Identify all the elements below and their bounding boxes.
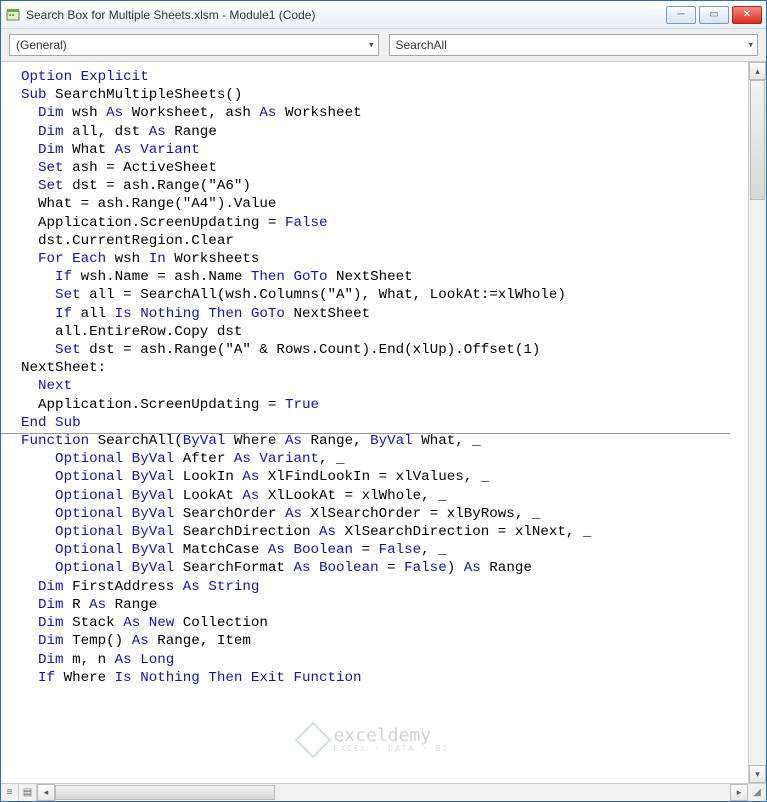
watermark-logo-icon (294, 722, 331, 759)
resize-grip-icon[interactable]: ◢ (748, 784, 766, 801)
module-icon (5, 7, 21, 23)
chevron-down-icon: ▾ (369, 40, 374, 51)
window-title: Search Box for Multiple Sheets.xlsm - Mo… (26, 8, 666, 22)
procedure-view-button[interactable]: ≡ (1, 784, 19, 801)
vertical-scrollbar[interactable]: ▴ ▾ (748, 62, 766, 783)
procedure-dropdown[interactable]: SearchAll ▾ (389, 34, 759, 56)
code-area: Option Explicit Sub SearchMultipleSheets… (1, 62, 766, 783)
full-module-view-button[interactable]: ▤ (19, 784, 37, 801)
bottom-bar: ≡ ▤ ◂ ▸ ◢ (1, 783, 766, 801)
horizontal-scrollbar[interactable]: ◂ ▸ (37, 784, 748, 801)
titlebar[interactable]: Search Box for Multiple Sheets.xlsm - Mo… (1, 1, 766, 29)
maximize-button[interactable]: ▭ (699, 6, 729, 24)
minimize-button[interactable]: ─ (666, 6, 696, 24)
scroll-thumb-h[interactable] (55, 785, 275, 800)
code-editor[interactable]: Option Explicit Sub SearchMultipleSheets… (1, 62, 748, 783)
object-dropdown-value: (General) (16, 38, 67, 52)
scroll-up-arrow-icon[interactable]: ▴ (749, 62, 766, 80)
scroll-down-arrow-icon[interactable]: ▾ (749, 765, 766, 783)
procedure-dropdown-value: SearchAll (396, 38, 447, 52)
scroll-left-arrow-icon[interactable]: ◂ (37, 784, 55, 801)
object-dropdown[interactable]: (General) ▾ (9, 34, 379, 56)
scroll-thumb[interactable] (750, 80, 765, 200)
window-controls: ─ ▭ ✕ (666, 6, 762, 24)
close-button[interactable]: ✕ (732, 6, 762, 24)
watermark: exceldemy EXCEL · DATA · BI (300, 727, 450, 753)
object-procedure-bar: (General) ▾ SearchAll ▾ (1, 29, 766, 62)
procedure-separator (1, 433, 730, 434)
scroll-right-arrow-icon[interactable]: ▸ (730, 784, 748, 801)
watermark-subtext: EXCEL · DATA · BI (334, 745, 450, 753)
chevron-down-icon: ▾ (748, 40, 753, 51)
vba-editor-window: Search Box for Multiple Sheets.xlsm - Mo… (0, 0, 767, 802)
watermark-text: exceldemy (334, 727, 450, 745)
